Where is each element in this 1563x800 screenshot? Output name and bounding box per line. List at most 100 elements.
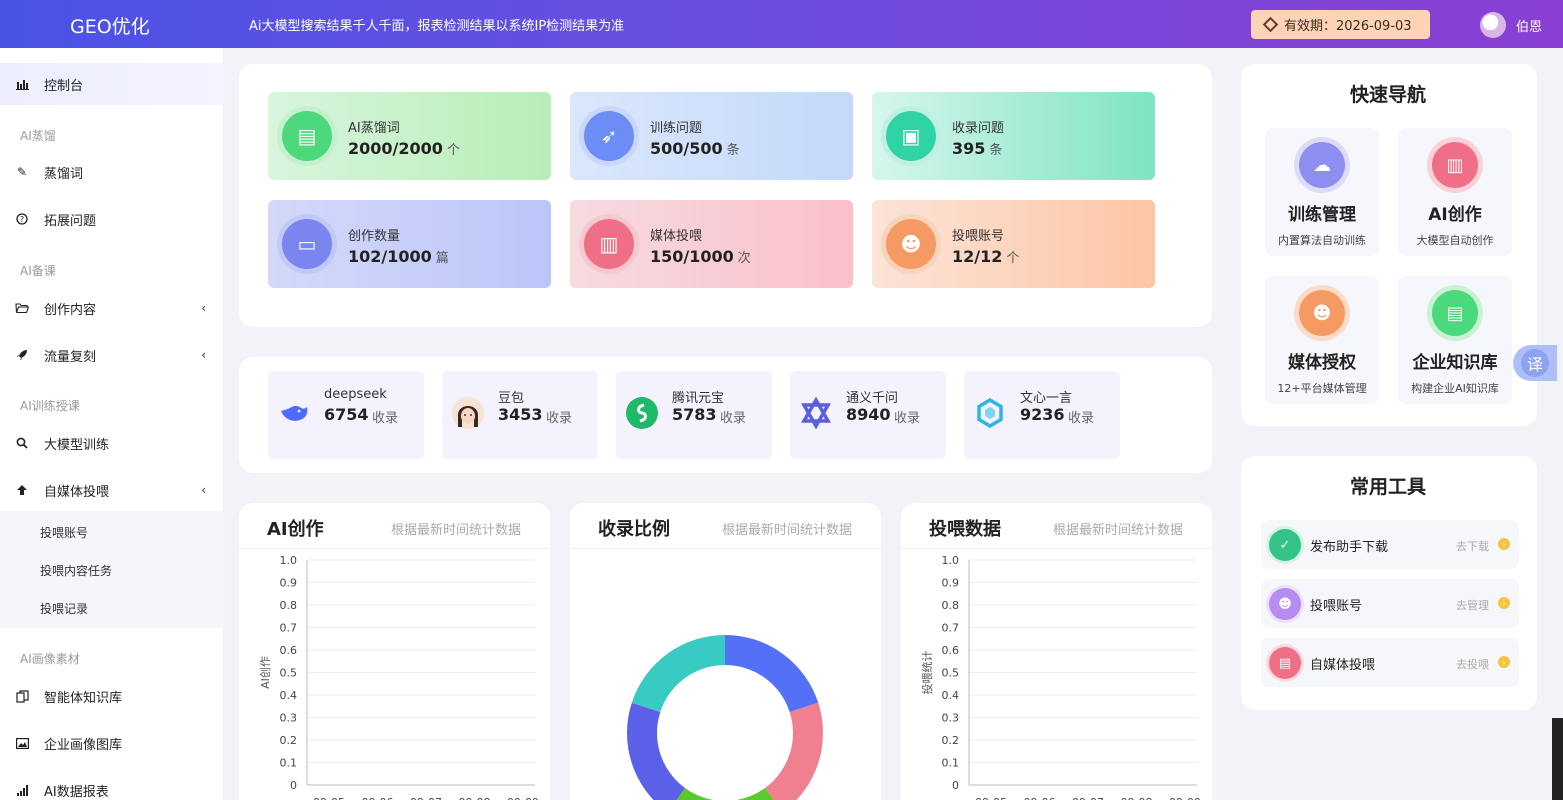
sidebar-item-dashboard[interactable]: 控制台 <box>0 63 224 105</box>
sidebar-item-create[interactable]: 创作内容 ‹ <box>0 287 224 329</box>
sidebar-item-traffic[interactable]: 流量复刻 ‹ <box>0 334 224 376</box>
folder-open-icon <box>15 301 29 315</box>
line-chart-feed: 1.0 0.9 0.8 0.7 0.6 0.5 0.4 0.3 0.2 0.1 0 投喂统计 09-05… <box>920 554 1201 800</box>
sidebar-item-label: 创作内容 <box>44 302 97 318</box>
avatar[interactable] <box>1480 12 1506 38</box>
scrollbar-thumb[interactable] <box>1552 718 1563 800</box>
translate-label: 译 <box>1521 349 1549 377</box>
stat-card-accounts[interactable]: ☻ 投喂账号 12/12 个 <box>872 200 1155 288</box>
ai-model-count: 8940 <box>846 405 891 424</box>
quick-nav-media-auth[interactable]: ☻ 媒体授权 12+平台媒体管理 <box>1265 276 1379 404</box>
sidebar-item-distill[interactable]: ✎ 蒸馏词 <box>0 151 224 193</box>
chart-panel-ai-creation: AI创作 根据最新时间统计数据 1.0 0.9 0.8 0.7 0.6 0.5 0.4 0.3… <box>239 503 550 800</box>
y-tick-label: 0.9 <box>280 577 298 590</box>
x-tick-label: 09-08 <box>459 796 491 800</box>
y-tick-label: 0.6 <box>280 644 298 657</box>
sidebar-item-report[interactable]: AI数据报表 <box>0 769 224 800</box>
tool-action[interactable]: 去下载 <box>1456 538 1489 554</box>
tool-publish-download[interactable]: ✓ 发布助手下载 去下载 › <box>1261 520 1519 569</box>
quick-nav-training[interactable]: ☁ 训练管理 内置算法自动训练 <box>1265 128 1379 256</box>
stat-card-training[interactable]: ➶ 训练问题 500/500 条 <box>570 92 853 180</box>
ai-card-qianwen[interactable]: 通义千问 8940 收录 <box>790 371 946 459</box>
tool-label: 投喂账号 <box>1310 599 1363 614</box>
wenxin-icon <box>974 397 1006 429</box>
ai-card-doubao[interactable]: 豆包 3453 收录 <box>442 371 598 459</box>
quick-nav-item-sub: 内置算法自动训练 <box>1278 234 1366 247</box>
sidebar-item-knowledge[interactable]: 智能体知识库 <box>0 675 224 717</box>
chart-subtitle: 根据最新时间统计数据 <box>1052 523 1183 538</box>
arrow-right-icon: › <box>1498 538 1510 550</box>
section-label-ai-prep: AI备课 <box>20 264 56 278</box>
x-tick-label: 09-09 <box>507 796 539 800</box>
quick-nav-item-title: 媒体授权 <box>1288 353 1356 373</box>
diamond-icon <box>1262 16 1279 33</box>
header-notice: Ai大模型搜索结果千人千面，报表检测结果以系统IP检测结果为准 <box>249 19 625 34</box>
submenu-item-records[interactable]: 投喂记录 <box>40 600 88 617</box>
donut-slice <box>627 702 686 800</box>
ai-model-name: 豆包 <box>498 391 525 406</box>
quick-nav-ai-create[interactable]: ▥ AI创作 大模型自动创作 <box>1398 128 1512 256</box>
user-icon: ☻ <box>886 219 936 269</box>
submenu-item-tasks[interactable]: 投喂内容任务 <box>40 562 112 579</box>
quick-nav-knowledge[interactable]: ▤ 企业知识库 构建企业AI知识库 <box>1398 276 1512 404</box>
quick-nav-title: 快速导航 <box>1350 84 1427 106</box>
donut-slice <box>631 635 725 712</box>
stat-title: AI蒸馏词 <box>348 121 400 136</box>
donut-slice <box>764 702 823 800</box>
stat-value: 395 条 <box>952 139 1003 158</box>
wallet-icon: ▣ <box>886 111 936 161</box>
chevron-left-icon: ‹ <box>201 348 206 362</box>
sidebar-item-gallery[interactable]: 企业画像图库 <box>0 722 224 764</box>
sidebar-item-label: 蒸馏词 <box>44 166 84 182</box>
tool-action[interactable]: 去管理 <box>1456 597 1489 613</box>
quick-nav-item-sub: 12+平台媒体管理 <box>1277 382 1367 395</box>
sidebar-item-expand[interactable]: ? 拓展问题 <box>0 198 224 240</box>
copy-icon <box>15 689 29 703</box>
y-tick-label: 0.8 <box>280 599 298 612</box>
arrow-up-icon <box>15 483 29 497</box>
compass-icon: ➶ <box>584 111 634 161</box>
x-tick-label: 09-07 <box>1072 796 1104 800</box>
x-tick-label: 09-05 <box>975 796 1007 800</box>
y-tick-label: 0.5 <box>280 667 298 680</box>
clipboard-icon: ▤ <box>1432 290 1478 336</box>
stat-card-create[interactable]: ▭ 创作数量 102/1000 篇 <box>268 200 551 288</box>
stat-title: 训练问题 <box>650 121 703 136</box>
ai-model-count: 3453 <box>498 405 543 424</box>
chevron-left-icon: ‹ <box>201 301 206 315</box>
ai-card-deepseek[interactable]: deepseek 6754 收录 <box>268 371 424 459</box>
sidebar-item-self-media[interactable]: 自媒体投喂 ‹ <box>0 469 224 511</box>
y-tick-label: 0.1 <box>280 757 298 770</box>
brand-logo[interactable]: GEO优化 <box>70 12 150 39</box>
submenu-item-accounts[interactable]: 投喂账号 <box>40 524 88 541</box>
x-tick-label: 09-08 <box>1121 796 1153 800</box>
stat-value: 102/1000 篇 <box>348 247 449 266</box>
username[interactable]: 伯恩 <box>1516 16 1542 35</box>
stat-card-distill[interactable]: ▤ AI蒸馏词 2000/2000 个 <box>268 92 551 180</box>
tool-label: 自媒体投喂 <box>1310 658 1376 673</box>
y-tick-label: 1.0 <box>280 554 298 567</box>
sidebar-item-label: 大模型训练 <box>44 437 110 453</box>
ai-card-yuanbao[interactable]: 腾讯元宝 5783 收录 <box>616 371 772 459</box>
ai-card-wenxin[interactable]: 文心一言 9236 收录 <box>964 371 1120 459</box>
y-tick-label: 1.0 <box>942 554 960 567</box>
ai-model-unit: 收录 <box>372 411 399 426</box>
stat-card-feed[interactable]: ▥ 媒体投喂 150/1000 次 <box>570 200 853 288</box>
chart-panel-feed: 投喂数据 根据最新时间统计数据 1.0 0.9 0.8 0.7 0.6 0.5 0.4 0.3… <box>901 503 1212 800</box>
quick-nav-item-title: 企业知识库 <box>1412 353 1498 373</box>
tool-feed-accounts[interactable]: ☻ 投喂账号 去管理 › <box>1261 579 1519 628</box>
ai-model-name: deepseek <box>324 387 387 402</box>
chart-subtitle: 根据最新时间统计数据 <box>390 523 521 538</box>
stat-value: 150/1000 次 <box>650 247 751 266</box>
sidebar-item-model-train[interactable]: 大模型训练 <box>0 422 224 464</box>
doubao-icon <box>452 397 484 429</box>
tool-self-media-feed[interactable]: ▤ 自媒体投喂 去投喂 › <box>1261 638 1519 687</box>
image-icon <box>15 736 29 750</box>
ai-model-unit: 收录 <box>546 411 573 426</box>
translate-button[interactable]: 译 <box>1513 345 1557 381</box>
tool-action[interactable]: 去投喂 <box>1456 656 1489 672</box>
ai-model-name: 通义千问 <box>846 391 899 406</box>
paperclip-icon: ✎ <box>16 165 28 179</box>
stat-value: 12/12 个 <box>952 247 1020 266</box>
stat-card-indexed[interactable]: ▣ 收录问题 395 条 <box>872 92 1155 180</box>
